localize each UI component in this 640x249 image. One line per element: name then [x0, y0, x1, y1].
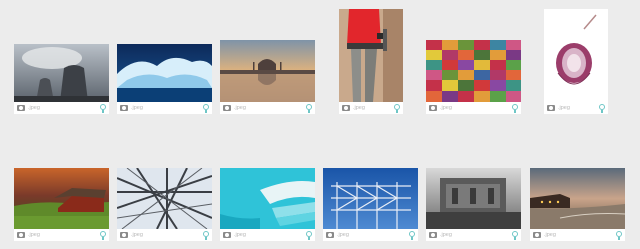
lightbulb-icon[interactable] — [599, 103, 605, 113]
thumbnail-image[interactable] — [323, 168, 418, 229]
lightbulb-icon[interactable] — [306, 230, 312, 240]
thumbnail-image[interactable] — [117, 44, 212, 102]
lightbulb-icon[interactable] — [203, 103, 209, 113]
file-extension: .jpeg — [131, 105, 143, 111]
gallery-card-red-onion[interactable]: .jpeg — [544, 9, 608, 114]
camera-icon — [429, 105, 437, 111]
card-meta: .jpeg — [323, 229, 418, 241]
lightbulb-icon[interactable] — [203, 230, 209, 240]
gallery-card-steel-structure[interactable]: .jpeg — [117, 168, 212, 241]
camera-icon — [429, 232, 437, 238]
card-meta: .jpeg — [426, 229, 521, 241]
file-extension: .jpeg — [337, 232, 349, 238]
thumbnail-image[interactable] — [339, 9, 403, 102]
camera-icon — [17, 105, 25, 111]
file-extension: .jpeg — [28, 105, 40, 111]
gallery-card-iceberg[interactable]: .jpeg — [117, 44, 212, 114]
camera-icon — [223, 232, 231, 238]
camera-icon — [547, 105, 555, 111]
lightbulb-icon[interactable] — [100, 230, 106, 240]
card-meta: .jpeg — [220, 229, 315, 241]
gallery-card-knitted-fabric[interactable]: .jpeg — [426, 40, 521, 114]
lightbulb-icon[interactable] — [100, 103, 106, 113]
card-meta: .jpeg — [339, 102, 403, 114]
gallery-card-pool-steps[interactable]: .jpeg — [220, 168, 315, 241]
file-extension: .jpeg — [234, 232, 246, 238]
thumbnail-image[interactable] — [220, 40, 315, 102]
file-extension: .jpeg — [234, 105, 246, 111]
gallery-card-fortress[interactable]: .jpeg — [426, 168, 521, 241]
lightbulb-icon[interactable] — [394, 103, 400, 113]
thumbnail-image[interactable] — [14, 168, 109, 229]
gallery-card-beach-sunset[interactable]: .jpeg — [530, 168, 625, 241]
file-extension: .jpeg — [353, 105, 365, 111]
camera-icon — [533, 232, 541, 238]
thumbnail-image[interactable] — [14, 44, 109, 102]
card-meta: .jpeg — [544, 102, 608, 114]
file-extension: .jpeg — [544, 232, 556, 238]
card-meta: .jpeg — [117, 102, 212, 114]
thumbnail-image[interactable] — [426, 168, 521, 229]
image-gallery: .jpeg .jpeg .jpeg .jpeg .jpeg .jpeg .jpe… — [0, 0, 640, 249]
thumbnail-image[interactable] — [544, 9, 608, 102]
camera-icon — [17, 232, 25, 238]
card-meta: .jpeg — [117, 229, 212, 241]
gallery-card-cooling-towers[interactable]: .jpeg — [14, 44, 109, 114]
file-extension: .jpeg — [131, 232, 143, 238]
lightbulb-icon[interactable] — [306, 103, 312, 113]
thumbnail-image[interactable] — [426, 40, 521, 102]
lightbulb-icon[interactable] — [409, 230, 415, 240]
file-extension: .jpeg — [440, 232, 452, 238]
camera-icon — [342, 105, 350, 111]
camera-icon — [326, 232, 334, 238]
camera-icon — [120, 232, 128, 238]
thumbnail-image[interactable] — [117, 168, 212, 229]
card-meta: .jpeg — [14, 102, 109, 114]
gallery-card-taj-mahal[interactable]: .jpeg — [220, 40, 315, 114]
camera-icon — [120, 105, 128, 111]
gallery-card-red-barn[interactable]: .jpeg — [14, 168, 109, 241]
gallery-card-construction-worker[interactable]: .jpeg — [339, 9, 403, 114]
card-meta: .jpeg — [220, 102, 315, 114]
lightbulb-icon[interactable] — [512, 103, 518, 113]
card-meta: .jpeg — [530, 229, 625, 241]
card-meta: .jpeg — [426, 102, 521, 114]
thumbnail-image[interactable] — [530, 168, 625, 229]
file-extension: .jpeg — [440, 105, 452, 111]
lightbulb-icon[interactable] — [616, 230, 622, 240]
thumbnail-image[interactable] — [220, 168, 315, 229]
gallery-card-power-lines[interactable]: .jpeg — [323, 168, 418, 241]
lightbulb-icon[interactable] — [512, 230, 518, 240]
camera-icon — [223, 105, 231, 111]
card-meta: .jpeg — [14, 229, 109, 241]
file-extension: .jpeg — [558, 105, 570, 111]
file-extension: .jpeg — [28, 232, 40, 238]
